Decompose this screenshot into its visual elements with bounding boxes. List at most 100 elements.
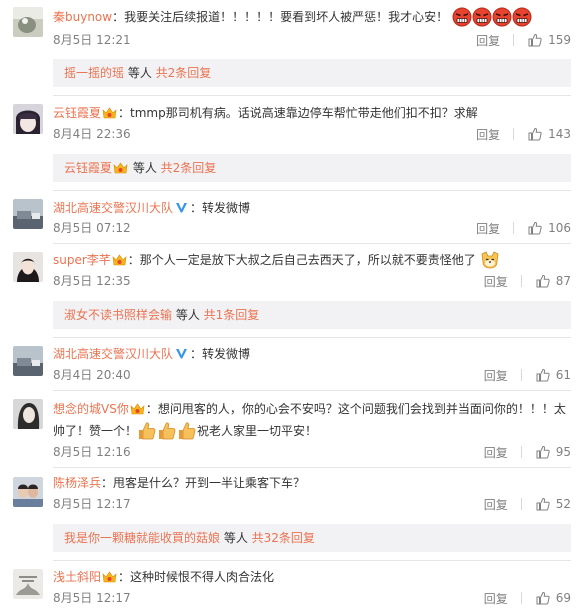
avatar[interactable] — [13, 199, 43, 229]
comment-content: ：甩客是什么？开到一半让乘客下车？ — [101, 476, 306, 490]
like-count: 52 — [555, 497, 571, 511]
divider — [513, 222, 515, 234]
divider — [520, 592, 522, 604]
thumbs-up-icon — [536, 368, 550, 382]
thumbs-up-icon — [528, 221, 542, 235]
comment-time: 8月5日 07:12 — [53, 221, 131, 235]
vip-crown-icon — [113, 156, 128, 174]
divider — [53, 390, 571, 391]
comment-time: 8月4日 20:40 — [53, 368, 131, 382]
username-link[interactable]: 湖北高速交警汉川大队 — [53, 201, 173, 215]
username-link[interactable]: 浅土斜阳 — [53, 570, 101, 584]
comment-list: 秦buynow：我要关注后续报道！！！！！要看到坏人被严惩！我才心安！ 8月5日… — [0, 0, 581, 614]
angry-face-icon — [512, 7, 532, 32]
vip-crown-icon — [102, 106, 117, 119]
avatar[interactable] — [13, 7, 43, 37]
like-button[interactable]: 143 — [528, 127, 571, 141]
avatar[interactable] — [13, 477, 43, 507]
like-button[interactable]: 95 — [536, 445, 571, 459]
like-count: 143 — [548, 127, 571, 141]
thumbs-up-icon — [536, 445, 550, 459]
comment-time: 8月4日 22:36 — [53, 127, 131, 141]
divider — [520, 369, 522, 381]
comment-meta: 8月4日 20:40 回复 61 — [53, 367, 571, 383]
divider — [53, 560, 571, 561]
reply-button[interactable]: 回复 — [476, 32, 500, 49]
sub-reply-text: 等人 — [172, 308, 204, 322]
comment-content: ：tmmp那司机有病。话说高速靠边停车帮忙带走他们扣不扣？求解 — [118, 106, 478, 120]
like-button[interactable]: 69 — [536, 591, 571, 605]
verified-icon — [175, 347, 188, 360]
comment-meta: 8月5日 12:35 回复 87 — [53, 273, 571, 289]
view-replies-link[interactable]: 共2条回复 — [156, 66, 212, 80]
comment-time: 8月5日 12:17 — [53, 591, 131, 605]
username-link[interactable]: 云钰霞夏 — [64, 161, 112, 175]
username-link[interactable]: 摇一摇的瑶 — [64, 66, 124, 80]
thumbs-up-icon — [528, 127, 542, 141]
sub-reply-box: 摇一摇的瑶 等人 共2条回复 — [53, 59, 571, 87]
view-replies-link[interactable]: 共2条回复 — [161, 161, 217, 175]
username-link[interactable]: super李芊 — [53, 253, 111, 267]
like-button[interactable]: 106 — [528, 221, 571, 235]
thumbs-up-icon — [536, 591, 550, 605]
reply-button[interactable]: 回复 — [484, 273, 508, 290]
divider — [53, 337, 571, 338]
thumbs-up-icon — [528, 33, 542, 47]
avatar[interactable] — [13, 346, 43, 376]
reply-button[interactable]: 回复 — [484, 444, 508, 461]
username-link[interactable]: 陈杨泽兵 — [53, 476, 101, 490]
comment-text: 陈杨泽兵：甩客是什么？开到一半让乘客下车？ — [53, 474, 573, 492]
reply-button[interactable]: 回复 — [484, 590, 508, 607]
sub-reply-text: 等人 — [124, 66, 156, 80]
angry-face-icon — [492, 7, 512, 32]
avatar[interactable] — [13, 569, 43, 599]
vip-crown-icon — [102, 570, 117, 583]
divider — [53, 95, 571, 96]
comment-meta: 8月5日 12:21 回复 159 — [53, 32, 571, 48]
comment-content: ：那个人一定是放下大叔之后自己去西天了，所以就不要责怪他了 — [127, 253, 476, 267]
comment-meta: 8月5日 12:16 回复 95 — [53, 444, 571, 460]
username-link[interactable]: 淑女不读书照样会输 — [64, 308, 172, 322]
comment-content: ：我要关注后续报道！！！！！要看到坏人被严惩！我才心安！ — [112, 10, 449, 24]
vip-crown-icon — [112, 253, 127, 266]
view-replies-link[interactable]: 共32条回复 — [252, 531, 315, 545]
comment-text: 秦buynow：我要关注后续报道！！！！！要看到坏人被严惩！我才心安！ — [53, 7, 573, 32]
username-link[interactable]: 我是你一颗糖就能收買的菇娘 — [64, 531, 220, 545]
avatar[interactable] — [13, 104, 43, 134]
like-button[interactable]: 52 — [536, 497, 571, 511]
comment-meta: 8月5日 12:17 回复 52 — [53, 496, 571, 512]
username-link[interactable]: 云钰霞夏 — [53, 106, 101, 120]
like-button[interactable]: 87 — [536, 274, 571, 288]
reply-button[interactable]: 回复 — [476, 126, 500, 143]
divider — [520, 446, 522, 458]
divider — [53, 190, 571, 191]
like-count: 159 — [548, 33, 571, 47]
avatar[interactable] — [13, 399, 43, 429]
avatar[interactable] — [13, 252, 43, 282]
divider — [520, 275, 522, 287]
reply-button[interactable]: 回复 — [484, 496, 508, 513]
angry-face-icon — [452, 7, 472, 32]
dog-face-icon — [480, 250, 500, 275]
reply-button[interactable]: 回复 — [476, 220, 500, 237]
username-link[interactable]: 湖北高速交警汉川大队 — [53, 347, 173, 361]
divider — [513, 34, 515, 46]
comment-time: 8月5日 12:21 — [53, 33, 131, 47]
comment-content: 祝老人家里一切平安！ — [197, 424, 318, 438]
like-count: 87 — [555, 274, 571, 288]
like-count: 69 — [555, 591, 571, 605]
comment-text: super李芊 ：那个人一定是放下大叔之后自己去西天了，所以就不要责怪他了 — [53, 250, 573, 275]
username-link[interactable]: 想念的城VS你 — [53, 402, 129, 416]
username-link[interactable]: 秦buynow — [53, 10, 112, 24]
like-button[interactable]: 61 — [536, 368, 571, 382]
like-button[interactable]: 159 — [528, 33, 571, 47]
like-count: 106 — [548, 221, 571, 235]
like-count: 95 — [555, 445, 571, 459]
sub-reply-text: 等人 — [129, 161, 161, 175]
vip-crown-icon — [130, 400, 145, 415]
view-replies-link[interactable]: 共1条回复 — [204, 308, 260, 322]
thumbs-up-icon — [536, 497, 550, 511]
comment-time: 8月5日 12:16 — [53, 445, 131, 459]
sub-reply-box: 淑女不读书照样会输 等人 共1条回复 — [53, 301, 571, 329]
reply-button[interactable]: 回复 — [484, 367, 508, 384]
